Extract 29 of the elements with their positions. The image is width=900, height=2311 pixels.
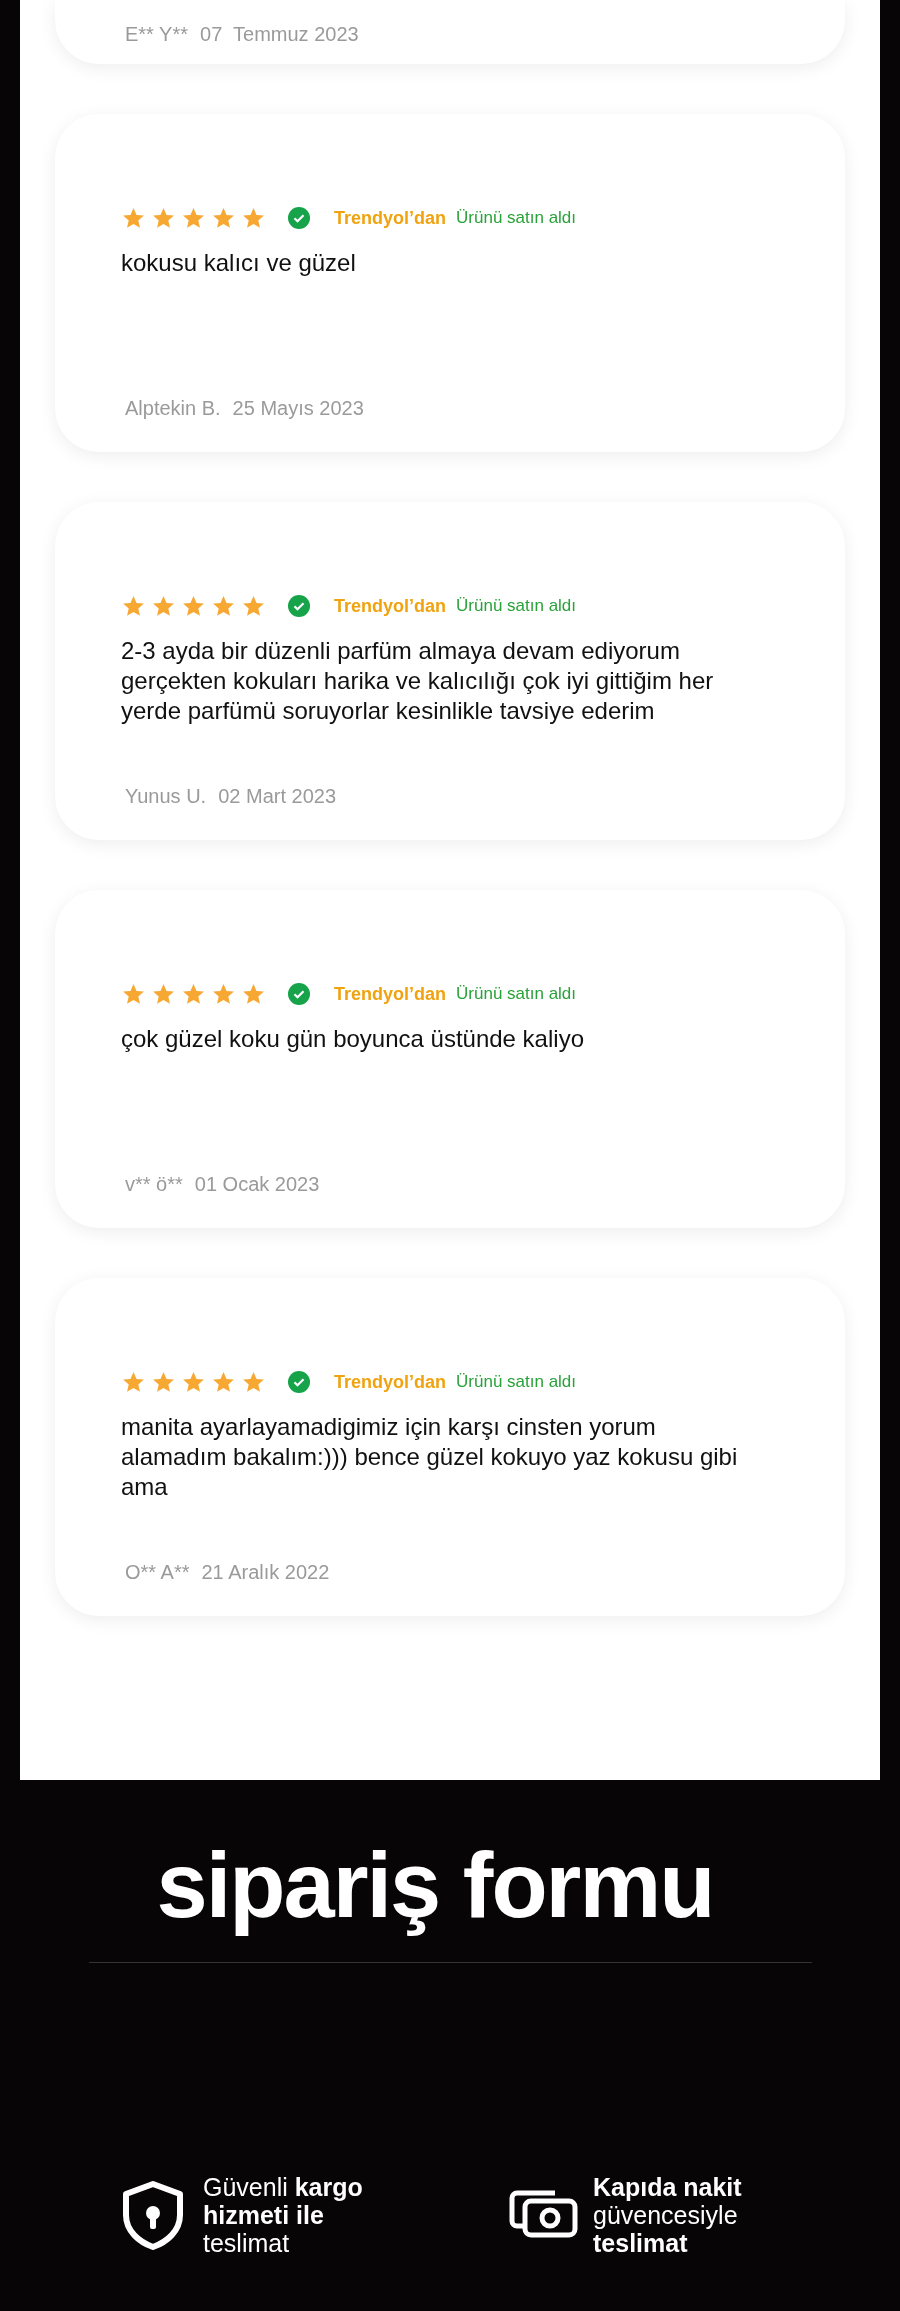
seller-label: Trendyol’dan xyxy=(334,595,447,617)
review-author: E** Y** xyxy=(125,23,188,46)
review-author: Yunus U. xyxy=(125,785,207,808)
purchase-label: Ürünü satın aldı xyxy=(456,596,577,616)
review-author: Alptekin B. xyxy=(125,397,221,420)
star-icon xyxy=(241,593,266,619)
seller-label: Trendyol’dan xyxy=(334,1371,447,1393)
review-date: 07 Temmuz 2023 xyxy=(200,23,359,46)
section-title: sipariş formu xyxy=(156,1833,714,1938)
review-text: manita ayarlayamadigimiz için karşı cinsten yorum alamadım bakalım:))) bence güzel kokuyo yaz kokusu gibi ama xyxy=(121,1412,739,1502)
purchase-label: Ürünü satın aldı xyxy=(456,208,577,228)
seller-label: Trendyol’dan xyxy=(334,983,447,1005)
feature-text: Güvenli kargo hizmeti ile teslimat xyxy=(203,2173,364,2257)
review-text: 2-3 ayda bir düzenli parfüm almaya devam ediyorum gerçekten kokuları harika ve kalıcılığı çok iyi gittiğim her yerde parfümü soruyorlar kesinlikle tavsiye ederim xyxy=(121,636,715,726)
purchase-label: Ürünü satın aldı xyxy=(456,1372,577,1392)
review-date: 01 Ocak 2023 xyxy=(194,1173,320,1196)
review-text: çok güzel koku gün boyunca üstünde kaliyo xyxy=(121,1024,585,1054)
review-date: 21 Aralık 2022 xyxy=(201,1561,330,1584)
star-icon xyxy=(241,1369,266,1395)
star-icon xyxy=(241,205,266,231)
review-date: 02 Mart 2023 xyxy=(218,785,337,808)
purchase-label: Ürünü satın aldı xyxy=(456,984,577,1004)
feature-text: Kapıda nakit güvencesiyle teslimat xyxy=(593,2173,743,2257)
review-date: 25 Mayıs 2023 xyxy=(232,397,364,420)
review-text: kokusu kalıcı ve güzel xyxy=(121,248,357,278)
review-author: v** ö** xyxy=(125,1173,183,1196)
seller-label: Trendyol’dan xyxy=(334,207,447,229)
review-author: O** A** xyxy=(125,1561,190,1584)
star-icon xyxy=(241,981,266,1007)
